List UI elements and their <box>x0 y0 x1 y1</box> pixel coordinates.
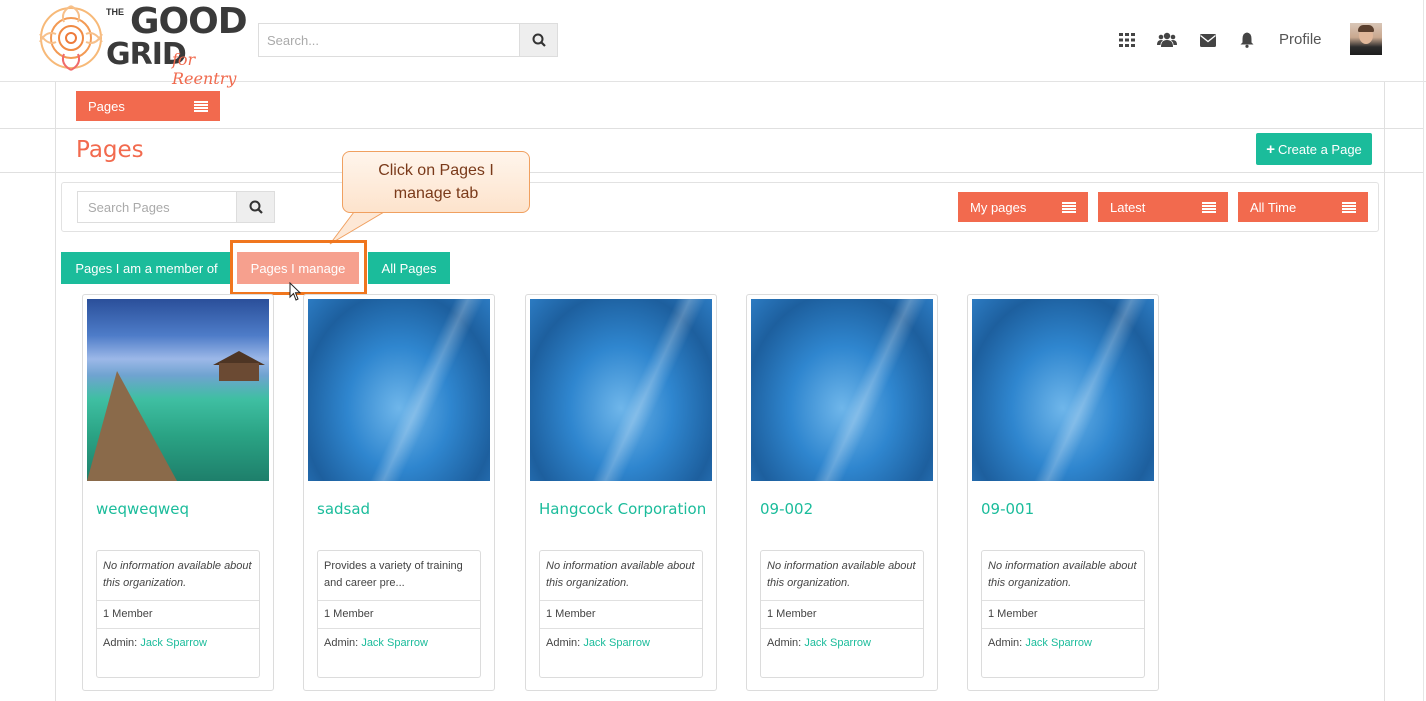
content-frame-right <box>1384 82 1385 701</box>
page-card-admin: Admin: Jack Sparrow <box>318 629 480 657</box>
page-card-info: No information available about this orga… <box>760 550 924 678</box>
admin-link[interactable]: Jack Sparrow <box>1025 637 1092 649</box>
create-page-button[interactable]: + Create a Page <box>1256 133 1372 165</box>
page-card-members: 1 Member <box>540 601 702 629</box>
image-pier <box>87 371 177 481</box>
admin-link[interactable]: Jack Sparrow <box>361 637 428 649</box>
page-card-info: No information available about this orga… <box>96 550 260 678</box>
page-card-image[interactable] <box>308 299 490 481</box>
pages-search-input[interactable] <box>78 192 237 222</box>
latest-filter[interactable]: Latest <box>1098 192 1228 222</box>
page-card[interactable]: sadsad Provides a variety of training an… <box>303 294 495 691</box>
logo-the: THE <box>106 7 124 17</box>
page-card-title[interactable]: sadsad <box>317 500 370 518</box>
page-title: Pages <box>76 137 144 163</box>
page-card-admin: Admin: Jack Sparrow <box>97 629 259 657</box>
page-card-description: No information available about this orga… <box>982 551 1144 601</box>
avatar[interactable] <box>1350 23 1382 55</box>
pages-search-button[interactable] <box>236 192 274 222</box>
all-time-filter-label: All Time <box>1250 200 1297 215</box>
page-card-info: Provides a variety of training and caree… <box>317 550 481 678</box>
callout-line-1: Click on Pages I <box>378 162 494 179</box>
flower-logo-icon <box>39 5 103 71</box>
page-card-description: No information available about this orga… <box>540 551 702 601</box>
page-card-title[interactable]: 09-001 <box>981 500 1034 518</box>
notifications-button[interactable] <box>1237 30 1257 50</box>
search-icon <box>532 33 546 47</box>
page-card-admin: Admin: Jack Sparrow <box>540 629 702 657</box>
site-logo[interactable]: THE GOOD GRID for Reentry <box>36 1 252 88</box>
tutorial-callout: Click on Pages I manage tab <box>342 151 530 213</box>
admin-prefix: Admin: <box>324 637 359 649</box>
admin-prefix: Admin: <box>546 637 581 649</box>
page-card-title[interactable]: 09-002 <box>760 500 813 518</box>
global-search-button[interactable] <box>519 24 557 56</box>
my-pages-filter[interactable]: My pages <box>958 192 1088 222</box>
pages-search <box>77 191 275 223</box>
callout-line-2: manage tab <box>393 185 479 202</box>
page-card[interactable]: 09-002 No information available about th… <box>746 294 938 691</box>
page-card-members: 1 Member <box>761 601 923 629</box>
page-card-title[interactable]: weqweqweq <box>96 500 189 518</box>
avatar-hair <box>1358 25 1374 32</box>
page-card[interactable]: weqweqweq No information available about… <box>82 294 274 691</box>
admin-prefix: Admin: <box>103 637 138 649</box>
page-card-members: 1 Member <box>97 601 259 629</box>
pages-menu-label: Pages <box>88 99 125 114</box>
content-frame-left <box>55 82 56 701</box>
global-search <box>258 23 558 57</box>
page-card-title[interactable]: Hangcock Corporation <box>539 500 706 518</box>
divider-nav <box>0 128 1423 129</box>
menu-icon <box>194 101 208 112</box>
pages-menu-button[interactable]: Pages <box>76 91 220 121</box>
page-card[interactable]: 09-001 No information available about th… <box>967 294 1159 691</box>
logo-good: GOOD <box>130 1 248 42</box>
friends-button[interactable] <box>1157 30 1177 50</box>
envelope-icon <box>1200 33 1216 47</box>
page-card-image[interactable] <box>87 299 269 481</box>
admin-link[interactable]: Jack Sparrow <box>140 637 207 649</box>
logo-tagline: for Reentry <box>172 50 237 88</box>
messages-button[interactable] <box>1198 30 1218 50</box>
users-icon <box>1157 32 1177 47</box>
mouse-cursor-icon <box>289 282 302 301</box>
page-card-image[interactable] <box>972 299 1154 481</box>
tab-all-pages[interactable]: All Pages <box>368 252 450 284</box>
page-card-description: No information available about this orga… <box>97 551 259 601</box>
page-card-members: 1 Member <box>982 601 1144 629</box>
menu-icon <box>1342 202 1356 213</box>
page-card-image[interactable] <box>530 299 712 481</box>
tab-pages-member[interactable]: Pages I am a member of <box>61 252 232 284</box>
page-card-image[interactable] <box>751 299 933 481</box>
page-card-description: Provides a variety of training and caree… <box>318 551 480 601</box>
my-pages-filter-label: My pages <box>970 200 1027 215</box>
page-card-info: No information available about this orga… <box>981 550 1145 678</box>
profile-link[interactable]: Profile <box>1279 31 1322 48</box>
bell-icon <box>1240 32 1254 48</box>
admin-prefix: Admin: <box>767 637 802 649</box>
latest-filter-label: Latest <box>1110 200 1146 215</box>
top-header: THE GOOD GRID for Reentry Profile <box>0 0 1426 88</box>
plus-icon: + <box>1266 140 1275 158</box>
page-card[interactable]: Hangcock Corporation No information avai… <box>525 294 717 691</box>
window-edge <box>1423 0 1424 701</box>
search-icon <box>249 200 263 214</box>
divider-title <box>0 172 1423 173</box>
menu-icon <box>1062 202 1076 213</box>
create-page-label: Create a Page <box>1277 141 1362 157</box>
page-card-members: 1 Member <box>318 601 480 629</box>
page-card-admin: Admin: Jack Sparrow <box>761 629 923 657</box>
apps-button[interactable] <box>1117 30 1137 50</box>
admin-link[interactable]: Jack Sparrow <box>583 637 650 649</box>
page-card-admin: Admin: Jack Sparrow <box>982 629 1144 657</box>
page-card-info: No information available about this orga… <box>539 550 703 678</box>
admin-link[interactable]: Jack Sparrow <box>804 637 871 649</box>
admin-prefix: Admin: <box>988 637 1023 649</box>
all-time-filter[interactable]: All Time <box>1238 192 1368 222</box>
global-search-input[interactable] <box>259 24 520 56</box>
menu-icon <box>1202 202 1216 213</box>
image-hut <box>219 363 259 381</box>
page-card-description: No information available about this orga… <box>761 551 923 601</box>
apps-grid-icon <box>1119 33 1135 47</box>
